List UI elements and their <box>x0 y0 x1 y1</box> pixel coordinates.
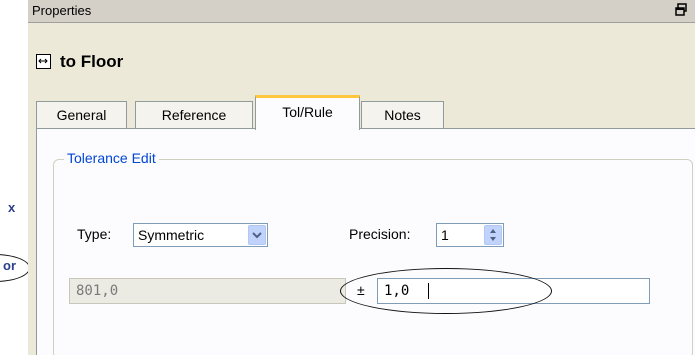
background-fragment: x or <box>0 0 28 355</box>
nominal-value-field: 801,0 <box>69 278 346 304</box>
type-select[interactable]: Symmetric <box>133 223 268 247</box>
tab-notes[interactable]: Notes <box>361 101 444 129</box>
precision-spinner[interactable]: 1 <box>436 223 504 247</box>
tab-general[interactable]: General <box>36 101 127 129</box>
element-title: to Floor <box>60 52 124 71</box>
type-label: Type: <box>77 226 112 242</box>
tab-pane-tolrule: Tolerance Edit Type: Symmetric Precision… <box>36 128 695 355</box>
tab-strip: General Reference Tol/Rule Notes <box>36 95 695 130</box>
properties-panel: Properties to Floor General Reference To… <box>28 0 695 355</box>
spinner-arrows-icon[interactable] <box>484 225 502 245</box>
dock-restore-icon[interactable] <box>675 3 687 17</box>
tab-tolrule[interactable]: Tol/Rule <box>255 95 360 130</box>
panel-title: Properties <box>32 3 92 18</box>
panel-titlebar: Properties <box>28 0 695 23</box>
annotation-oval-right <box>340 268 552 314</box>
tolerance-edit-group: Tolerance Edit Type: Symmetric Precision… <box>53 150 693 355</box>
annotation-oval-left <box>0 254 28 282</box>
nominal-value: 801,0 <box>76 283 119 299</box>
group-legend: Tolerance Edit <box>64 150 159 166</box>
precision-value: 1 <box>441 227 449 243</box>
type-select-value: Symmetric <box>138 227 205 243</box>
background-text-1: x <box>8 200 16 215</box>
tab-reference[interactable]: Reference <box>135 101 253 129</box>
chevron-down-icon[interactable] <box>248 225 266 245</box>
dimension-arrow-icon <box>36 54 51 69</box>
precision-label: Precision: <box>349 226 411 242</box>
